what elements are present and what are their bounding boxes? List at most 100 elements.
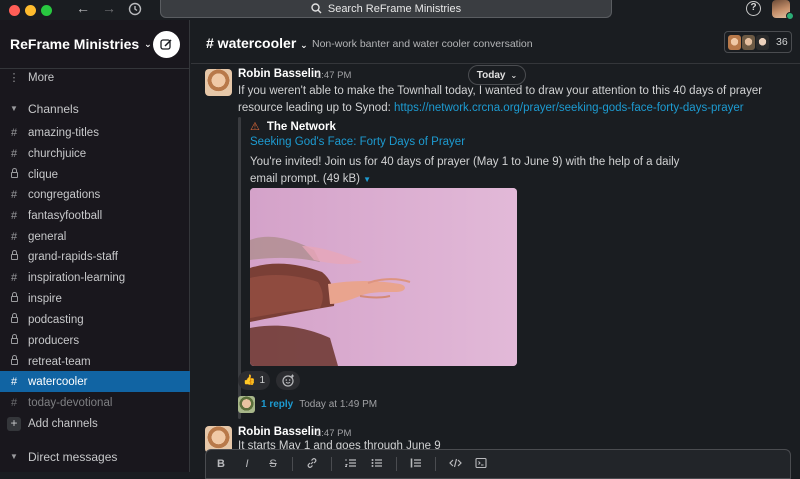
workspace-switcher[interactable]: ReFrame Ministries ⌄ [10,36,152,52]
toolbar-separator [435,457,436,471]
plus-icon: + [7,416,21,431]
hash-icon: # [10,375,18,388]
link-icon[interactable] [305,457,319,472]
sidebar-item-grand-rapids-staff[interactable]: grand-rapids-staff [0,246,190,267]
history-clock-icon[interactable] [126,0,144,18]
lock-icon [0,167,28,181]
code-icon[interactable] [448,457,462,472]
channel-label: fantasyfootball [28,209,103,222]
message-timestamp[interactable]: 1:47 PM [316,70,351,81]
add-reaction-icon [281,374,294,387]
lock-icon [0,354,28,368]
message-link[interactable]: https://network.crcna.org/prayer/seeking… [394,102,744,114]
message-author[interactable]: Robin Basselin [238,68,321,80]
thread-last-reply-time: Today at 1:49 PM [299,399,378,410]
message-timestamp[interactable]: 1:47 PM [316,428,351,439]
maximize-window-button[interactable] [41,5,52,16]
attachment-image[interactable] [250,188,517,366]
sidebar-item-inspire[interactable]: inspire [0,288,190,309]
reaction-thumbs-up[interactable]: 👍 1 [238,371,271,390]
lock-icon [0,312,28,326]
add-channels-label: Add channels [28,417,98,430]
lock-icon [0,291,28,305]
compose-button[interactable] [153,31,180,58]
sidebar-item-podcasting[interactable]: podcasting [0,309,190,330]
caret-down-icon[interactable]: ▼ [363,175,371,184]
search-icon [311,3,322,14]
search-bar[interactable]: Search ReFrame Ministries [160,0,612,18]
channel-label: general [28,230,67,243]
channels-section-header[interactable]: ▼ Channels [0,98,190,119]
ordered-list-icon[interactable] [344,457,358,472]
sidebar-item-inspiration-learning[interactable]: # inspiration-learning [0,267,190,288]
channel-label: producers [28,334,80,347]
message-composer[interactable]: B I S [205,449,791,479]
thread-summary[interactable]: 1 reply Today at 1:49 PM [238,396,377,413]
toolbar-separator [331,457,332,471]
date-divider-label: Today [476,69,506,81]
add-reaction-button[interactable] [276,371,301,390]
attachment-title-link[interactable]: Seeking God's Face: Forty Days of Prayer [250,136,465,148]
sidebar-item-today-devotional[interactable]: # today-devotional [0,392,190,413]
thread-reply-count[interactable]: 1 reply [261,399,293,410]
network-logo-icon: ⚠ [250,121,260,133]
help-icon[interactable]: ? [746,1,761,16]
member-list-button[interactable]: 36 [724,31,792,53]
sidebar-item-churchjuice[interactable]: # churchjuice [0,143,190,164]
reactions-row: 👍 1 [238,371,301,390]
channel-label: grand-rapids-staff [28,250,118,263]
code-block-icon[interactable] [474,457,488,472]
member-count: 36 [776,36,788,48]
caret-down-icon: ▼ [10,104,18,113]
direct-messages-section-header[interactable]: ▼ Direct messages [0,446,190,467]
lock-icon [0,249,28,263]
sidebar-item-fantasyfootball[interactable]: # fantasyfootball [0,205,190,226]
sidebar-item-watercooler[interactable]: # watercooler [0,371,190,392]
section-label: Direct messages [28,449,118,464]
caret-down-icon: ▼ [10,452,18,461]
add-channels-button[interactable]: + Add channels [0,413,190,434]
sidebar-item-more[interactable]: ⋮ More [0,67,190,88]
close-window-button[interactable] [9,5,20,16]
channel-topic[interactable]: Non-work banter and water cooler convers… [312,38,533,50]
hash-icon: # [10,126,18,139]
channel-label: inspiration-learning [28,271,126,284]
sidebar-item-general[interactable]: # general [0,226,190,247]
bullet-list-icon[interactable] [370,457,384,472]
channel-label: podcasting [28,313,84,326]
attachment-description: You're invited! Join us for 40 days of p… [250,154,690,188]
blockquote-icon[interactable] [409,457,423,472]
hash-icon: # [10,188,18,201]
sidebar-item-amazing-titles[interactable]: # amazing-titles [0,122,190,143]
channel-label: inspire [28,292,62,305]
search-placeholder: Search ReFrame Ministries [327,2,462,15]
hash-icon: # [10,230,18,243]
message-body: If you weren't able to make the Townhall… [238,83,793,117]
attachment-description-text: You're invited! Join us for 40 days of p… [250,156,680,185]
sidebar-item-clique[interactable]: clique [0,164,190,185]
minimize-window-button[interactable] [25,5,36,16]
chevron-down-icon: ⌄ [510,70,518,80]
reaction-count: 1 [259,375,266,386]
toolbar-separator [396,457,397,471]
sidebar-item-congregations[interactable]: # congregations [0,184,190,205]
compose-icon [160,39,172,50]
date-divider-button[interactable]: Today ⌄ [468,65,526,85]
section-label: Channels [28,101,79,116]
italic-icon[interactable]: I [240,458,254,470]
member-avatar [742,34,755,50]
strikethrough-icon[interactable]: S [266,458,280,470]
channel-name-button[interactable]: # watercooler ⌄ [206,35,308,51]
hash-icon: # [10,209,18,222]
back-arrow-icon[interactable]: ← [74,0,92,18]
channel-header: # watercooler ⌄ Non-work banter and wate… [191,20,800,64]
sidebar-item-retreat-team[interactable]: retreat-team [0,351,190,372]
bold-icon[interactable]: B [214,458,228,470]
more-vertical-icon: ⋮ [8,72,20,84]
author-avatar[interactable] [205,69,232,96]
message-author[interactable]: Robin Basselin [238,426,321,438]
toolbar-separator [292,457,293,471]
sidebar-item-producers[interactable]: producers [0,330,190,351]
channel-label: churchjuice [28,147,87,160]
forward-arrow-icon[interactable]: → [100,0,118,18]
